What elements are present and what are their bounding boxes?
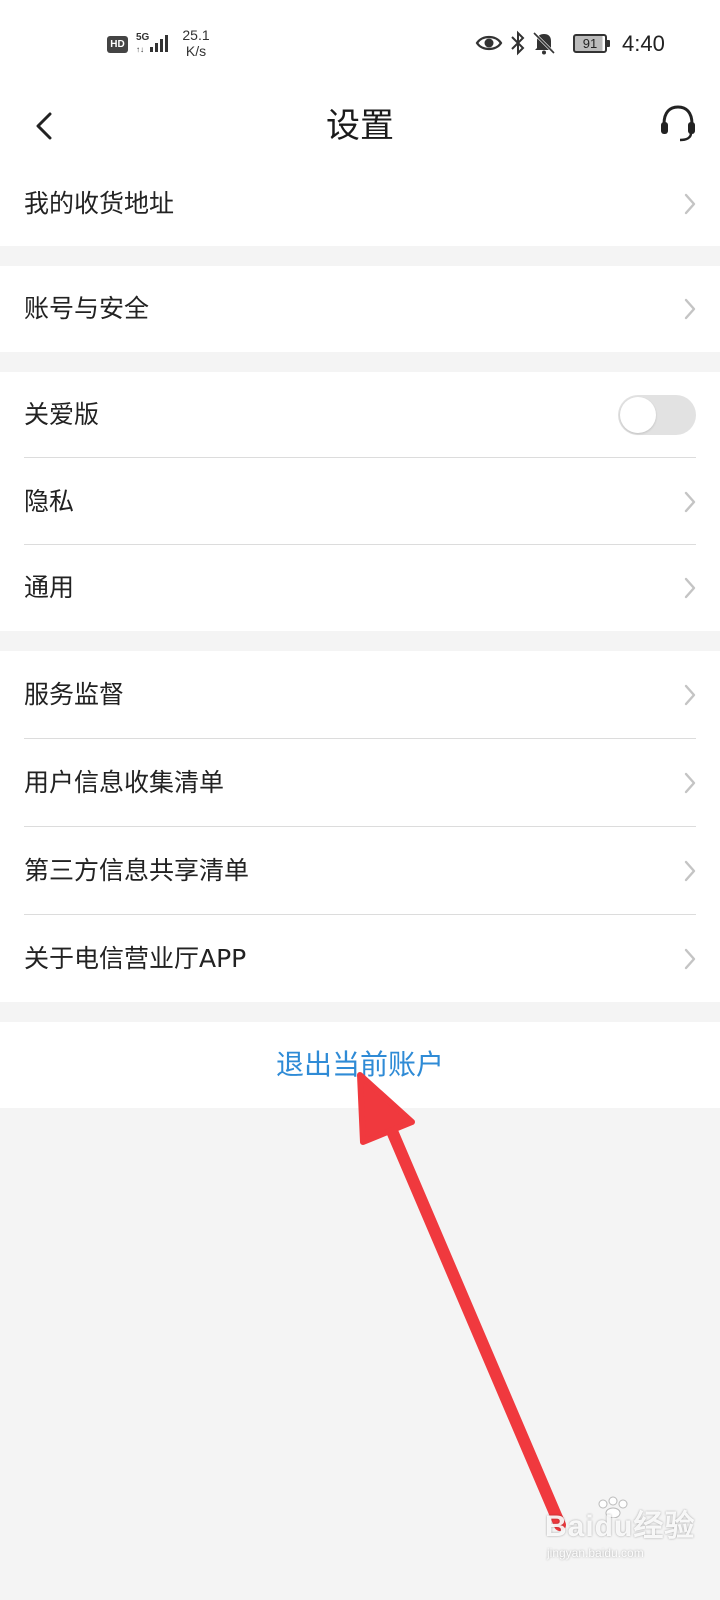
settings-item-service-supervision[interactable]: 服务监督 bbox=[0, 651, 720, 739]
settings-item-shipping-address[interactable]: 我的收货地址 bbox=[0, 162, 720, 246]
settings-item-about-app[interactable]: 关于电信营业厅APP bbox=[0, 915, 720, 1002]
settings-group-address: 我的收货地址 bbox=[0, 162, 720, 246]
settings-item-general[interactable]: 通用 bbox=[0, 545, 720, 631]
watermark-text: Baidu经验 bbox=[545, 1510, 696, 1543]
care-mode-toggle[interactable] bbox=[618, 395, 696, 435]
settings-item-care-mode: 关爱版 bbox=[0, 372, 720, 458]
nav-bar: 设置 bbox=[0, 90, 720, 163]
settings-item-label: 关于电信营业厅APP bbox=[24, 943, 247, 973]
signal-5g-icon: 5G ↑↓ bbox=[136, 30, 172, 60]
settings-item-account-security[interactable]: 账号与安全 bbox=[0, 266, 720, 352]
chevron-right-icon bbox=[684, 948, 696, 969]
bluetooth-icon bbox=[510, 30, 526, 60]
settings-item-privacy[interactable]: 隐私 bbox=[0, 458, 720, 545]
status-bar: HD 5G ↑↓ 25.1 K/s 91 4:40 bbox=[0, 0, 720, 90]
bell-off-icon bbox=[532, 30, 556, 60]
settings-item-label: 服务监督 bbox=[24, 680, 125, 709]
chevron-right-icon bbox=[684, 577, 696, 599]
settings-item-label: 通用 bbox=[24, 573, 75, 602]
chevron-right-icon bbox=[684, 193, 696, 215]
battery-indicator: 91 bbox=[573, 34, 610, 53]
settings-item-label: 第三方信息共享清单 bbox=[24, 856, 250, 885]
headset-icon bbox=[661, 105, 695, 142]
settings-item-label: 账号与安全 bbox=[24, 294, 150, 323]
watermark-url: jingyan.baidu.com bbox=[547, 1546, 644, 1560]
chevron-right-icon bbox=[684, 772, 696, 794]
settings-item-user-info-list[interactable]: 用户信息收集清单 bbox=[0, 739, 720, 827]
customer-service-button[interactable] bbox=[656, 100, 700, 148]
network-type: 5G bbox=[136, 32, 150, 43]
chevron-right-icon bbox=[684, 860, 696, 882]
page-title: 设置 bbox=[326, 106, 394, 146]
settings-item-label: 我的收货地址 bbox=[24, 189, 175, 218]
eye-icon bbox=[475, 32, 503, 58]
chevron-right-icon bbox=[684, 684, 696, 706]
settings-item-label: 用户信息收集清单 bbox=[24, 768, 225, 797]
settings-group-general: 关爱版 隐私 通用 bbox=[0, 372, 720, 631]
settings-item-third-party-sharing[interactable]: 第三方信息共享清单 bbox=[0, 827, 720, 915]
speed-unit: K/s bbox=[185, 43, 207, 59]
settings-group-account: 账号与安全 bbox=[0, 266, 720, 352]
toggle-knob bbox=[620, 397, 656, 433]
hd-badge: HD bbox=[107, 36, 128, 53]
settings-group-about: 服务监督 用户信息收集清单 第三方信息共享清单 关于电信营业厅APP bbox=[0, 651, 720, 1002]
chevron-right-icon bbox=[684, 491, 696, 512]
baidu-watermark: Baidu经验 jingyan.baidu.com bbox=[545, 1496, 705, 1566]
logout-button[interactable]: 退出当前账户 bbox=[0, 1022, 720, 1108]
logout-label: 退出当前账户 bbox=[275, 1048, 444, 1081]
chevron-right-icon bbox=[684, 298, 696, 320]
network-speed: 25.1 K/s bbox=[178, 27, 214, 59]
settings-item-label: 关爱版 bbox=[24, 400, 100, 429]
svg-text:↑↓: ↑↓ bbox=[136, 45, 144, 54]
clock: 4:40 bbox=[622, 31, 665, 56]
settings-item-label: 隐私 bbox=[24, 486, 75, 516]
speed-value: 25.1 bbox=[182, 27, 210, 43]
